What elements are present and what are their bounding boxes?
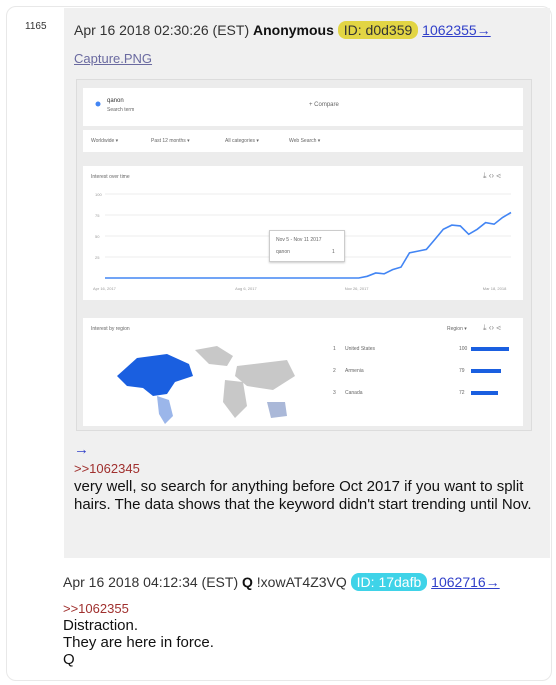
map-africa xyxy=(223,380,247,418)
y-tick-label: 50 xyxy=(95,234,100,239)
post-author: Q xyxy=(242,574,253,590)
post-number: 1165 xyxy=(25,21,47,32)
filter-category: All categories ▾ xyxy=(225,138,259,144)
filter-search-type: Web Search ▾ xyxy=(289,138,321,144)
post-timestamp: Apr 16 2018 02:30:26 (EST) xyxy=(74,22,250,38)
region-tools-icons: ⤓ ‹› ⋖ xyxy=(483,323,501,332)
tripcode: !xowAT4Z3VQ xyxy=(256,574,347,590)
x-tick-label: Mar 18, 2018 xyxy=(483,286,507,291)
y-tick-label: 100 xyxy=(95,192,102,197)
region-bar xyxy=(471,391,499,395)
compare-button: + Compare xyxy=(309,102,339,108)
region-value: 79 xyxy=(459,368,465,374)
x-tick-label: Nov 26, 2017 xyxy=(345,286,370,291)
post-header: Apr 16 2018 02:30:26 (EST) Anonymous ID:… xyxy=(74,21,491,39)
quote-link[interactable]: >>1062345 xyxy=(74,461,140,476)
y-tick-label: 75 xyxy=(95,213,100,218)
tooltip-value: 1 xyxy=(332,249,335,255)
region-name: Armenia xyxy=(345,368,364,374)
filter-time: Past 12 months ▾ xyxy=(151,138,190,144)
expand-arrow-icon[interactable]: → xyxy=(74,441,89,458)
series-dot-icon xyxy=(95,101,101,107)
region-value: 100 xyxy=(459,346,468,352)
reply-link[interactable]: 1062355→ xyxy=(422,22,491,38)
attached-image[interactable]: qanon Search term + Compare Worldwide ▾ … xyxy=(76,79,532,431)
post-body: very well, so search for anything before… xyxy=(74,478,532,513)
region-rank: 1 xyxy=(333,346,336,352)
world-map xyxy=(117,346,295,424)
poster-id-badge[interactable]: ID: d0d359 xyxy=(337,21,419,39)
map-australia xyxy=(267,402,287,418)
map-greenland xyxy=(195,346,233,366)
map-south-america xyxy=(157,396,173,424)
post-author: Anonymous xyxy=(253,22,334,38)
post-anonymous: Apr 16 2018 02:30:26 (EST) Anonymous ID:… xyxy=(64,8,550,558)
y-tick-label: 25 xyxy=(95,255,100,260)
region-title: Interest by region xyxy=(91,326,130,332)
poster-id-badge[interactable]: ID: 17dafb xyxy=(350,573,428,591)
attachment-filename[interactable]: Capture.PNG xyxy=(74,51,152,66)
body-line: Distraction. xyxy=(63,617,139,634)
region-value: 72 xyxy=(459,390,465,396)
filter-location: Worldwide ▾ xyxy=(91,138,119,144)
post-header-q: Apr 16 2018 04:12:34 (EST) Q !xowAT4Z3VQ… xyxy=(63,573,500,591)
region-bar xyxy=(471,369,502,373)
region-name: United States xyxy=(345,346,376,352)
quote-link[interactable]: >>1062355 xyxy=(63,601,129,616)
search-term: qanon xyxy=(107,98,124,104)
interest-over-time-panel: Interest over time ⤓ ‹› ⋖ 100 75 50 25 Apr … xyxy=(83,166,523,300)
map-eurasia xyxy=(235,360,295,390)
search-term-bar: qanon Search term + Compare xyxy=(83,88,523,126)
region-dropdown: Region ▾ xyxy=(447,326,467,332)
tooltip-term: qanon xyxy=(276,249,290,255)
chart-tooltip: Nov 5 - Nov 11 2017 qanon 1 xyxy=(269,230,345,262)
post-body-q: Distraction. They are here in force. Q xyxy=(63,617,214,668)
filter-bar: Worldwide ▾ Past 12 months ▾ All categor… xyxy=(83,130,523,152)
body-line: Q xyxy=(63,651,75,668)
map-north-america xyxy=(117,354,193,396)
interest-by-region-panel: Interest by region Region ▾ ⤓ ‹› ⋖ 1 Unit… xyxy=(83,318,523,426)
region-rank: 2 xyxy=(333,368,336,374)
region-name: Canada xyxy=(345,390,363,396)
body-line: They are here in force. xyxy=(63,634,214,651)
post-timestamp: Apr 16 2018 04:12:34 (EST) xyxy=(63,574,239,590)
region-rank: 3 xyxy=(333,390,336,396)
reply-link[interactable]: 1062716→ xyxy=(431,574,500,590)
x-tick-label: Apr 16, 2017 xyxy=(93,286,117,291)
tooltip-date: Nov 5 - Nov 11 2017 xyxy=(276,237,322,243)
search-term-sub: Search term xyxy=(107,107,135,113)
x-tick-label: Aug 6, 2017 xyxy=(235,286,257,291)
region-bar xyxy=(471,347,509,351)
